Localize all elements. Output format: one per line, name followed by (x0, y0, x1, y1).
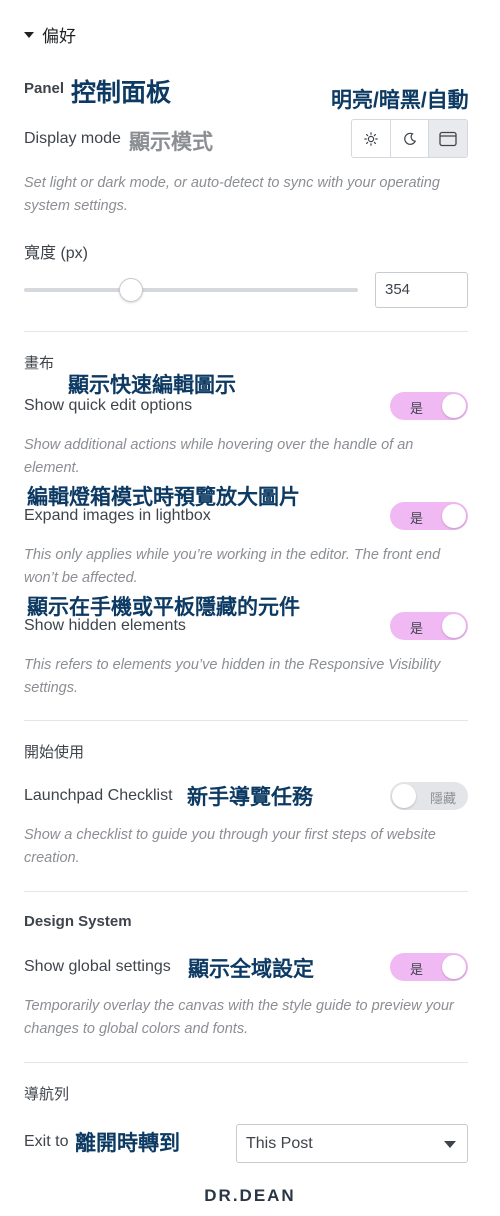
quick-edit-description: Show additional actions while hovering o… (24, 437, 414, 476)
display-mode-toggle-group (351, 119, 468, 158)
navigator-title: 導航列 (24, 1086, 70, 1103)
lightbox-description: This only applies while you’re working i… (24, 547, 441, 586)
quick-edit-annotation: 顯示快速編輯圖示 (68, 374, 236, 397)
getting-started-title: 開始使用 (24, 744, 85, 761)
global-settings-toggle[interactable]: 是 (390, 953, 468, 981)
mode-annotation: 明亮/暗黑/自動 (331, 89, 469, 112)
launchpad-description: Show a checklist to guide you through yo… (24, 827, 436, 866)
design-system-title: Design System (24, 913, 132, 930)
divider (24, 720, 468, 721)
quick-edit-toggle[interactable]: 是 (390, 392, 468, 420)
divider (24, 891, 468, 892)
quick-edit-label: Show quick edit options (24, 397, 193, 414)
toggle-text: 是 (410, 621, 424, 636)
exit-to-label: Exit to (24, 1133, 69, 1150)
canvas-title: 畫布 (24, 355, 55, 372)
auto-mode-button[interactable] (429, 120, 467, 157)
global-settings-annotation: 顯示全域設定 (188, 958, 314, 981)
hidden-elements-toggle[interactable]: 是 (390, 612, 468, 640)
lightbox-label: Expand images in lightbox (24, 507, 211, 524)
hidden-elements-label: Show hidden elements (24, 617, 186, 634)
display-mode-description: Set light or dark mode, or auto-detect t… (24, 175, 440, 214)
sun-icon (364, 131, 378, 146)
display-mode-annotation: 顯示模式 (129, 131, 213, 154)
dark-mode-button[interactable] (390, 120, 430, 157)
divider (24, 1062, 468, 1063)
toggle-knob (442, 955, 466, 979)
toggle-text: 是 (410, 511, 424, 526)
toggle-text: 隱藏 (429, 791, 456, 806)
width-slider-handle[interactable] (118, 278, 143, 302)
panel-title: Panel (24, 80, 65, 97)
window-icon (439, 131, 457, 146)
width-slider-track[interactable] (24, 288, 358, 292)
divider (24, 331, 468, 332)
lightbox-toggle[interactable]: 是 (390, 502, 468, 530)
width-input[interactable]: 354 (375, 272, 468, 308)
exit-to-annotation: 離開時轉到 (75, 1132, 180, 1155)
launchpad-label: Launchpad Checklist (24, 787, 173, 804)
light-mode-button[interactable] (352, 120, 391, 157)
chevron-down-icon (444, 1141, 456, 1148)
hidden-elements-description: This refers to elements you’ve hidden in… (24, 657, 441, 696)
caret-down-icon (24, 31, 34, 38)
width-label: 寬度 (px) (24, 245, 89, 262)
launchpad-annotation: 新手導覽任務 (187, 786, 313, 809)
global-settings-description: Temporarily overlay the canvas with the … (24, 998, 454, 1037)
toggle-knob (442, 504, 466, 528)
panel-annotation: 控制面板 (71, 79, 172, 107)
moon-icon (403, 132, 416, 145)
global-settings-label: Show global settings (24, 958, 171, 975)
toggle-knob (392, 784, 416, 808)
toggle-text: 是 (410, 401, 424, 416)
toggle-text: 是 (410, 962, 424, 977)
toggle-knob (442, 394, 466, 418)
preferences-title: 偏好 (42, 27, 76, 46)
logo: DR.DEAN (204, 1186, 296, 1205)
exit-to-select[interactable]: This Post (236, 1124, 468, 1163)
toggle-knob (442, 614, 466, 638)
display-mode-label: Display mode (24, 130, 121, 147)
exit-to-value: This Post (246, 1135, 313, 1152)
launchpad-toggle[interactable]: 隱藏 (390, 782, 468, 810)
preferences-header[interactable]: 偏好 (24, 22, 76, 47)
